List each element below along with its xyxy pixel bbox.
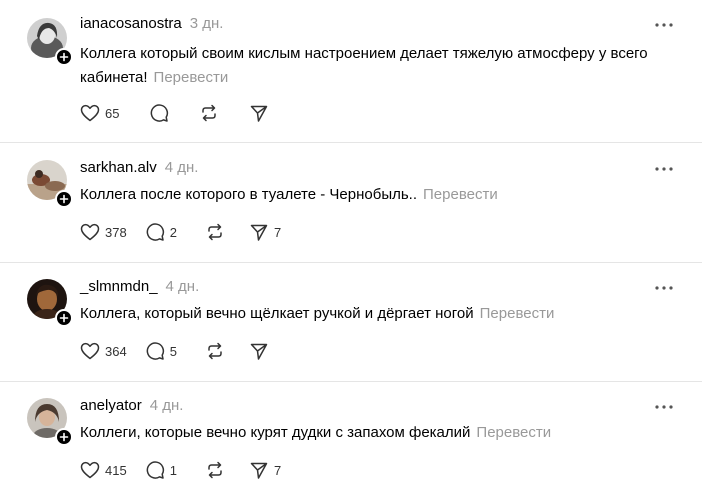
reply-button[interactable]: 5 [145, 340, 177, 362]
follow-button[interactable] [55, 309, 73, 327]
more-button[interactable] [654, 397, 674, 417]
heart-icon [80, 461, 100, 479]
translate-link[interactable]: Перевести [476, 424, 551, 441]
plus-icon [59, 194, 69, 204]
share-count: 7 [273, 224, 282, 240]
share-button[interactable]: 7 [249, 221, 281, 243]
post-text-content: Коллеги, которые вечно курят дудки с зап… [80, 424, 471, 441]
username[interactable]: _slmnmdn_ [80, 278, 158, 295]
like-count: 378 [105, 224, 127, 240]
thread-feed: ianacosanostra 3 дн. Коллега который сво… [0, 0, 702, 493]
post-header: ianacosanostra 3 дн. [80, 15, 223, 32]
repost-button[interactable] [205, 221, 225, 243]
more-dots-icon [655, 167, 673, 171]
reply-count: 5 [169, 343, 177, 359]
post-text-content: Коллега, который вечно щёлкает ручкой и … [80, 305, 474, 322]
share-count: 7 [273, 462, 282, 478]
plus-icon [59, 52, 69, 62]
repost-icon [208, 223, 222, 241]
post: anelyator 4 дн. Коллеги, которые вечно к… [0, 381, 702, 493]
reply-count: 2 [169, 224, 177, 240]
more-button[interactable] [654, 15, 674, 35]
heart-icon [80, 104, 100, 122]
more-dots-icon [655, 23, 673, 27]
like-button[interactable]: 65 [80, 102, 119, 124]
repost-icon [208, 342, 222, 360]
send-icon [250, 462, 268, 479]
plus-icon [59, 313, 69, 323]
post: sarkhan.alv 4 дн. Коллега после которого… [0, 142, 702, 262]
post-header: sarkhan.alv 4 дн. [80, 159, 198, 176]
post-header: _slmnmdn_ 4 дн. [80, 278, 199, 295]
comment-icon [146, 342, 164, 360]
heart-icon [80, 223, 100, 241]
timestamp[interactable]: 4 дн. [165, 159, 199, 176]
more-button[interactable] [654, 159, 674, 179]
more-dots-icon [655, 405, 673, 409]
repost-button[interactable] [205, 459, 225, 481]
avatar-container[interactable] [27, 18, 73, 66]
post-text: Коллега после которого в туалете - Черно… [80, 183, 680, 207]
username[interactable]: ianacosanostra [80, 15, 182, 32]
repost-button[interactable] [199, 102, 219, 124]
repost-icon [208, 461, 222, 479]
like-button[interactable]: 415 [80, 459, 127, 481]
send-icon [250, 224, 268, 241]
timestamp[interactable]: 4 дн. [150, 397, 184, 414]
avatar-container[interactable] [27, 398, 73, 446]
like-button[interactable]: 364 [80, 340, 127, 362]
post-text-content: Коллега после которого в туалете - Черно… [80, 186, 418, 203]
action-bar: 65 [80, 102, 287, 124]
share-button[interactable] [249, 340, 269, 362]
like-count: 415 [105, 462, 127, 478]
post-text: Коллеги, которые вечно курят дудки с зап… [80, 421, 680, 445]
follow-button[interactable] [55, 190, 73, 208]
timestamp[interactable]: 4 дн. [166, 278, 200, 295]
more-button[interactable] [654, 278, 674, 298]
like-count: 65 [105, 105, 120, 121]
post: ianacosanostra 3 дн. Коллега который сво… [0, 0, 702, 142]
post-text: Коллега который своим кислым настроением… [80, 42, 680, 90]
action-bar: 415 1 7 [80, 459, 299, 481]
follow-button[interactable] [55, 48, 73, 66]
reply-button[interactable] [149, 102, 169, 124]
timestamp[interactable]: 3 дн. [190, 15, 224, 32]
username[interactable]: sarkhan.alv [80, 159, 157, 176]
plus-icon [59, 432, 69, 442]
repost-icon [202, 104, 217, 122]
like-button[interactable]: 378 [80, 221, 127, 243]
send-icon [251, 105, 268, 122]
reply-count: 1 [169, 462, 177, 478]
comment-icon [146, 461, 164, 479]
comment-icon [146, 223, 164, 241]
more-dots-icon [655, 286, 673, 290]
like-count: 364 [105, 343, 127, 359]
avatar-container[interactable] [27, 279, 73, 327]
post: _slmnmdn_ 4 дн. Коллега, который вечно щ… [0, 262, 702, 381]
share-button[interactable]: 7 [249, 459, 281, 481]
share-button[interactable] [249, 102, 269, 124]
action-bar: 378 2 7 [80, 221, 299, 243]
follow-button[interactable] [55, 428, 73, 446]
avatar-container[interactable] [27, 160, 73, 208]
comment-icon [151, 104, 169, 122]
heart-icon [80, 342, 100, 360]
translate-link[interactable]: Перевести [154, 69, 229, 86]
send-icon [250, 343, 268, 360]
username[interactable]: anelyator [80, 397, 142, 414]
repost-button[interactable] [205, 340, 225, 362]
post-text: Коллега, который вечно щёлкает ручкой и … [80, 302, 680, 326]
translate-link[interactable]: Перевести [423, 186, 498, 203]
reply-button[interactable]: 1 [145, 459, 177, 481]
translate-link[interactable]: Перевести [480, 305, 555, 322]
reply-button[interactable]: 2 [145, 221, 177, 243]
action-bar: 364 5 [80, 340, 287, 362]
post-header: anelyator 4 дн. [80, 397, 183, 414]
